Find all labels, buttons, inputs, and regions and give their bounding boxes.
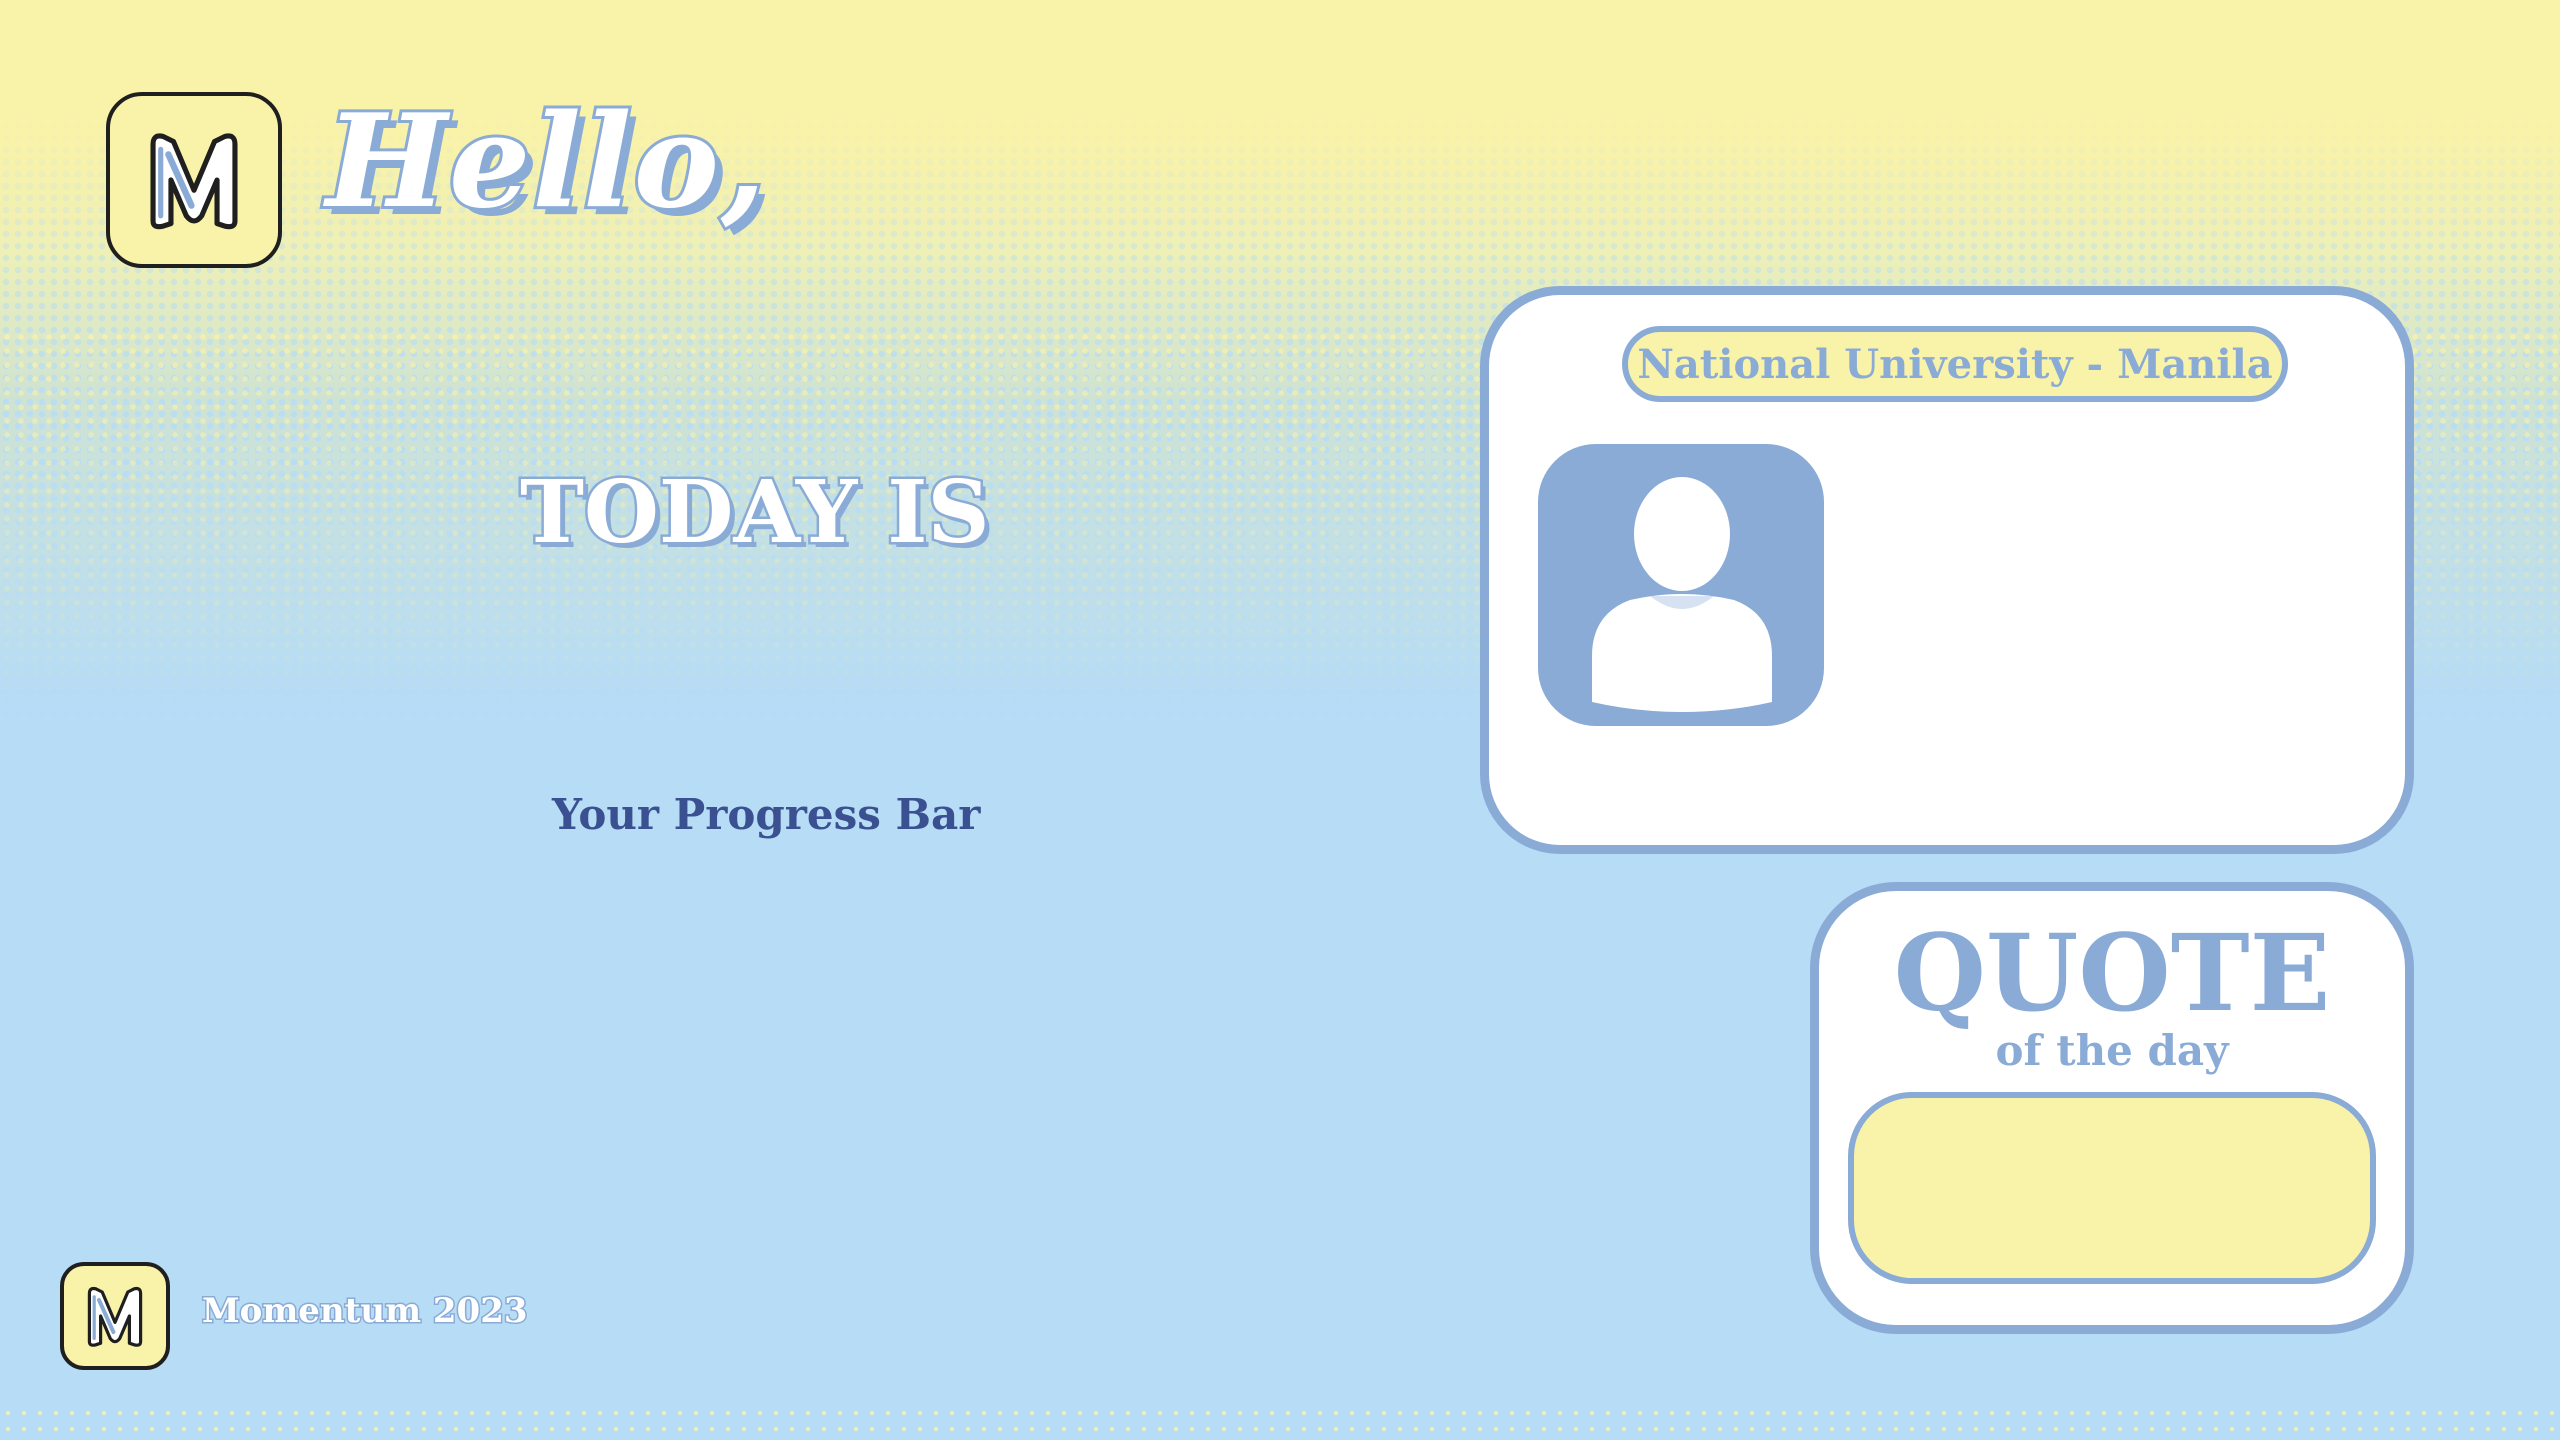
- footer-text: Momentum 2023: [201, 1291, 530, 1331]
- momentum-m-logo-icon: [150, 133, 238, 230]
- avatar[interactable]: [1538, 444, 1824, 726]
- user-avatar-icon: [1592, 477, 1772, 712]
- greeting-heading: Hello,: [323, 87, 769, 237]
- quote-text-box: [1848, 1092, 2376, 1284]
- today-heading: TODAY IS: [518, 462, 993, 563]
- progress-bar-label: Your Progress Bar: [552, 790, 981, 839]
- bottom-dots: [0, 1405, 2560, 1440]
- university-name: National University - Manila: [1637, 340, 2273, 388]
- footer-logo[interactable]: [60, 1262, 170, 1370]
- app-logo[interactable]: [106, 92, 282, 268]
- momentum-m-logo-icon: [87, 1286, 143, 1347]
- university-badge: National University - Manila: [1622, 326, 2288, 402]
- quote-subtitle: of the day: [1995, 1026, 2229, 1075]
- quote-title: QUOTE: [1893, 910, 2331, 1035]
